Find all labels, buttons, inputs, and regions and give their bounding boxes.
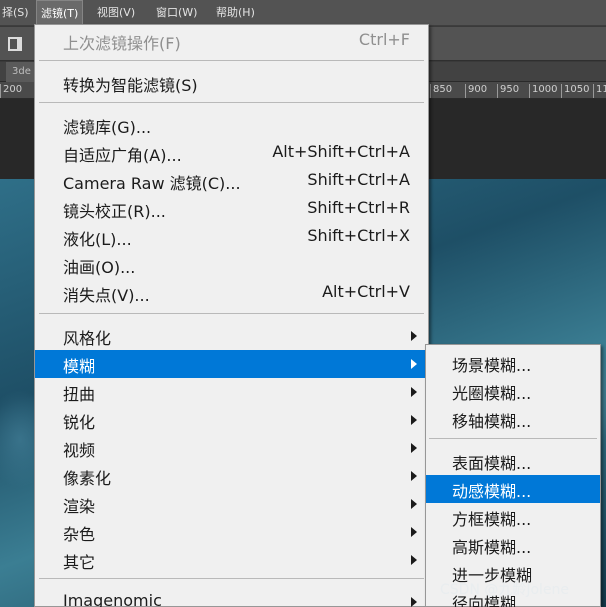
filter-menu: 上次滤镜操作(F) Ctrl+F 转换为智能滤镜(S) 滤镜库(G)... 自适…: [34, 24, 429, 607]
ruler-tick: 1000: [529, 84, 557, 98]
menu-item-label: 油画(O)...: [63, 258, 136, 277]
menu-item-liquify[interactable]: 液化(L)... Shift+Ctrl+X: [35, 223, 428, 251]
menu-item-label: 滤镜库(G)...: [63, 118, 152, 137]
menu-item-shortcut: Shift+Ctrl+R: [307, 198, 410, 217]
menu-item-pixelate[interactable]: 像素化: [35, 462, 428, 490]
menu-item-blur[interactable]: 模糊: [35, 350, 428, 378]
submenu-item-iris-blur[interactable]: 光圈模糊...: [426, 377, 600, 405]
menu-filter[interactable]: 滤镜(T): [36, 0, 84, 26]
menu-separator: [39, 102, 424, 103]
menu-item-noise[interactable]: 杂色: [35, 518, 428, 546]
menu-item-label: 扭曲: [63, 385, 96, 404]
watermark-text: CSDN @九龄Jolene: [440, 582, 570, 598]
menu-item-render[interactable]: 渲染: [35, 490, 428, 518]
marquee-tool-icon[interactable]: [8, 37, 22, 51]
menu-item-vanishing-point[interactable]: 消失点(V)... Alt+Ctrl+V: [35, 279, 428, 307]
submenu-item-label: 场景模糊...: [452, 356, 532, 375]
blur-submenu: 场景模糊... 光圈模糊... 移轴模糊... 表面模糊... 动感模糊... …: [425, 344, 601, 607]
menu-item-sharpen[interactable]: 锐化: [35, 406, 428, 434]
submenu-item-label: 动感模糊...: [452, 482, 532, 501]
menu-item-label: 风格化: [63, 329, 112, 348]
menu-item-label: 转换为智能滤镜(S): [63, 76, 198, 95]
submenu-arrow-icon: [411, 443, 417, 453]
submenu-item-box-blur[interactable]: 方框模糊...: [426, 503, 600, 531]
menu-separator: [39, 60, 424, 61]
menu-item-shortcut: Ctrl+F: [358, 30, 410, 49]
menu-item-label: 像素化: [63, 469, 112, 488]
ruler-tick: 1050: [561, 84, 589, 98]
submenu-item-label: 方框模糊...: [452, 510, 532, 529]
menu-window[interactable]: 窗口(W): [152, 0, 201, 26]
menu-item-label: Camera Raw 滤镜(C)...: [63, 174, 241, 193]
menu-item-label: 锐化: [63, 413, 96, 432]
menu-item-label: 其它: [63, 553, 96, 572]
submenu-arrow-icon: [411, 387, 417, 397]
menu-item-shortcut: Shift+Ctrl+X: [307, 226, 410, 245]
menu-separator: [39, 578, 424, 579]
submenu-item-surface-blur[interactable]: 表面模糊...: [426, 447, 600, 475]
menu-item-label: 视频: [63, 441, 96, 460]
submenu-arrow-icon: [411, 499, 417, 509]
submenu-item-label: 表面模糊...: [452, 454, 532, 473]
menu-item-convert-smart-filter[interactable]: 转换为智能滤镜(S): [35, 69, 428, 97]
menu-item-last-filter: 上次滤镜操作(F) Ctrl+F: [35, 27, 428, 55]
menu-item-shortcut: Alt+Shift+Ctrl+A: [272, 142, 410, 161]
ruler-tick: 900: [465, 84, 487, 98]
menu-item-label: 液化(L)...: [63, 230, 132, 249]
menu-item-video[interactable]: 视频: [35, 434, 428, 462]
submenu-item-label: 移轴模糊...: [452, 412, 532, 431]
menu-item-label: 上次滤镜操作(F): [63, 34, 181, 53]
menu-separator: [39, 313, 424, 314]
app-menubar: 择(S) 滤镜(T) 视图(V) 窗口(W) 帮助(H): [0, 0, 606, 26]
menu-item-lens-correction[interactable]: 镜头校正(R)... Shift+Ctrl+R: [35, 195, 428, 223]
menu-item-label: 自适应广角(A)...: [63, 146, 182, 165]
ruler-tick: 950: [497, 84, 519, 98]
submenu-item-motion-blur[interactable]: 动感模糊...: [426, 475, 600, 503]
menu-item-imagenomic[interactable]: Imagenomic: [35, 588, 428, 607]
submenu-item-field-blur[interactable]: 场景模糊...: [426, 349, 600, 377]
ruler-tick: 1100: [593, 84, 606, 98]
ruler-tick: 200: [0, 84, 22, 98]
menu-item-filter-gallery[interactable]: 滤镜库(G)...: [35, 111, 428, 139]
submenu-arrow-icon: [411, 415, 417, 425]
menu-item-other[interactable]: 其它: [35, 546, 428, 574]
submenu-arrow-icon: [411, 555, 417, 565]
menu-item-label: 杂色: [63, 525, 96, 544]
menu-item-label: 镜头校正(R)...: [63, 202, 166, 221]
submenu-arrow-icon: [411, 359, 417, 369]
menu-item-camera-raw[interactable]: Camera Raw 滤镜(C)... Shift+Ctrl+A: [35, 167, 428, 195]
menu-item-label: 渲染: [63, 497, 96, 516]
menu-item-stylize[interactable]: 风格化: [35, 322, 428, 350]
submenu-item-gaussian-blur[interactable]: 高斯模糊...: [426, 531, 600, 559]
menu-item-label: 消失点(V)...: [63, 286, 150, 305]
submenu-arrow-icon: [411, 331, 417, 341]
menu-select[interactable]: 择(S): [0, 0, 33, 26]
ruler-tick: 850: [430, 84, 452, 98]
submenu-item-tilt-shift[interactable]: 移轴模糊...: [426, 405, 600, 433]
menu-separator: [429, 438, 597, 439]
submenu-arrow-icon: [411, 597, 417, 607]
menu-item-label: Imagenomic: [63, 591, 162, 607]
menu-item-oil-paint[interactable]: 油画(O)...: [35, 251, 428, 279]
menu-help[interactable]: 帮助(H): [212, 0, 259, 26]
menu-item-adaptive-wide-angle[interactable]: 自适应广角(A)... Alt+Shift+Ctrl+A: [35, 139, 428, 167]
menu-item-shortcut: Alt+Ctrl+V: [322, 282, 410, 301]
document-tab[interactable]: 3de: [6, 62, 36, 82]
submenu-arrow-icon: [411, 527, 417, 537]
menu-view[interactable]: 视图(V): [93, 0, 139, 26]
submenu-arrow-icon: [411, 471, 417, 481]
submenu-item-label: 高斯模糊...: [452, 538, 532, 557]
menu-item-label: 模糊: [63, 357, 96, 376]
menu-item-shortcut: Shift+Ctrl+A: [307, 170, 410, 189]
menu-item-distort[interactable]: 扭曲: [35, 378, 428, 406]
submenu-item-label: 光圈模糊...: [452, 384, 532, 403]
